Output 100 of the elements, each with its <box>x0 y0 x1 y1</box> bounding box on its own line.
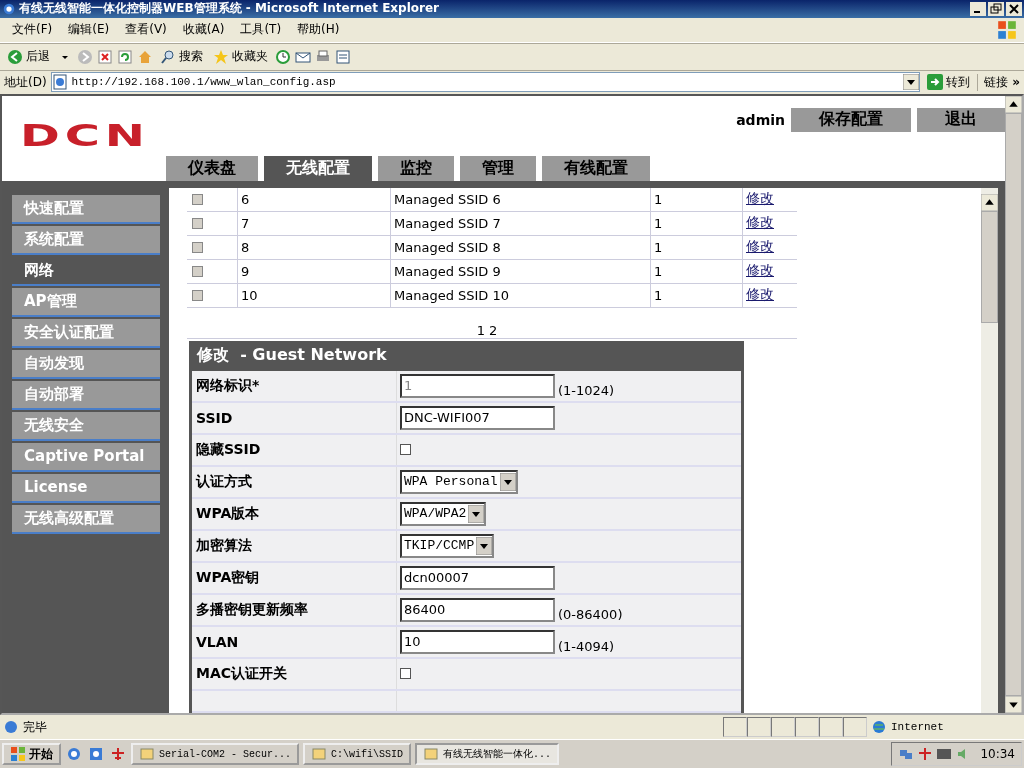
minimize-icon[interactable] <box>970 1 986 16</box>
menu-item[interactable]: 文件(F) <box>4 21 61 39</box>
table-cell: 1 <box>650 283 742 307</box>
edit-link[interactable]: 修改 <box>746 286 774 305</box>
dropdown-arrow-icon[interactable] <box>903 74 920 91</box>
select-field[interactable]: TKIP/CCMP <box>400 533 495 558</box>
field-label: WPA版本 <box>192 498 397 529</box>
username-label: admin <box>736 111 785 128</box>
range-hint: (0-86400) <box>558 606 623 622</box>
favorites-button[interactable]: 收藏夹 <box>210 48 271 66</box>
menu-item[interactable]: 编辑(E) <box>60 21 118 39</box>
status-pane <box>771 717 795 738</box>
window-title: 有线无线智能一体化控制器WEB管理系统 - Microsoft Internet Explorer <box>19 0 441 18</box>
scroll-up-icon[interactable] <box>981 193 998 211</box>
status-pane <box>819 717 843 738</box>
field-label: 认证方式 <box>192 466 397 497</box>
input-field[interactable]: DNC-WIFI007 <box>400 405 555 430</box>
range-hint: (1-1024) <box>558 382 615 398</box>
close-icon[interactable] <box>1006 1 1022 16</box>
row-checkbox[interactable] <box>192 193 203 205</box>
dropdown-arrow-icon[interactable] <box>476 536 493 555</box>
nav-tab[interactable]: 无线配置 <box>264 155 372 181</box>
field-label: VLAN <box>192 626 397 657</box>
row-checkbox[interactable] <box>192 265 203 277</box>
field-label: MAC认证开关 <box>192 658 397 689</box>
input-field[interactable]: 86400 <box>400 597 555 622</box>
edit-icon[interactable] <box>335 48 351 65</box>
row-checkbox[interactable] <box>192 217 203 229</box>
dropdown-arrow-icon[interactable] <box>499 472 516 491</box>
scroll-down-icon[interactable] <box>1005 696 1022 714</box>
browser-icon[interactable] <box>66 746 82 763</box>
go-button[interactable]: 转到 <box>924 73 974 91</box>
status-pane <box>795 717 819 738</box>
status-pane <box>723 717 747 738</box>
links-label[interactable]: 链接 <box>977 73 1009 91</box>
window-icon <box>139 746 155 763</box>
more-button[interactable]: » <box>1012 75 1020 90</box>
browser-icon <box>2 1 16 16</box>
table-cell: Managed SSID 6 <box>390 187 650 211</box>
zone-label: Internet <box>891 721 944 734</box>
select-field[interactable]: WPA Personal <box>400 469 518 494</box>
menu-item[interactable]: 帮助(H) <box>289 21 348 39</box>
start-button[interactable]: 开始 <box>2 743 61 766</box>
status-pane <box>843 717 867 738</box>
browser-icon[interactable] <box>88 746 104 763</box>
back-button[interactable]: 后退 <box>4 48 53 66</box>
table-cell: 1 <box>650 211 742 235</box>
header-button[interactable]: 保存配置 <box>791 107 911 132</box>
restore-icon[interactable] <box>988 1 1004 16</box>
checkbox[interactable] <box>400 444 411 456</box>
select-field[interactable]: WPA/WPA2 <box>400 501 487 526</box>
edit-link[interactable]: 修改 <box>746 190 774 209</box>
table-cell: 10 <box>237 283 390 307</box>
page-link[interactable]: 2 <box>489 322 498 338</box>
taskbar-button[interactable]: Serial-COM2 - Secur... <box>131 743 300 766</box>
field-label: WPA密钥 <box>192 562 397 593</box>
edit-link[interactable]: 修改 <box>746 262 774 281</box>
table-cell: Managed SSID 9 <box>390 259 650 283</box>
nav-tab[interactable]: 监控 <box>378 155 454 181</box>
header-button[interactable]: 退出 <box>917 107 1005 132</box>
taskbar-button[interactable]: C:\wifi\SSID <box>303 743 412 766</box>
stop-icon[interactable] <box>97 48 113 65</box>
refresh-icon[interactable] <box>117 48 133 65</box>
search-button[interactable]: 搜索 <box>157 48 206 66</box>
menu-item[interactable]: 查看(V) <box>117 21 175 39</box>
scroll-up-icon[interactable] <box>1005 95 1022 113</box>
table-cell: Managed SSID 10 <box>390 283 650 307</box>
menu-item[interactable]: 收藏(A) <box>174 21 233 39</box>
dropdown-arrow-icon[interactable] <box>468 504 485 523</box>
status-text: 完毕 <box>23 718 47 736</box>
edit-link[interactable]: 修改 <box>746 214 774 233</box>
scroll-thumb[interactable] <box>981 210 998 323</box>
row-checkbox[interactable] <box>192 289 203 301</box>
address-label: 地址(D) <box>4 73 47 91</box>
windows-logo-icon <box>10 746 26 763</box>
window-icon <box>311 746 328 763</box>
edit-link[interactable]: 修改 <box>746 238 774 257</box>
search-icon <box>160 48 176 65</box>
clock: 10:34 <box>980 747 1015 762</box>
logo: DCN <box>20 117 150 153</box>
row-checkbox[interactable] <box>192 241 203 253</box>
table-cell: 6 <box>237 187 390 211</box>
taskbar-button[interactable]: 有线无线智能一体化... <box>415 743 560 766</box>
page-link[interactable]: 1 <box>476 322 485 338</box>
checkbox[interactable] <box>400 668 411 680</box>
table-cell: 9 <box>237 259 390 283</box>
table-cell: 8 <box>237 235 390 259</box>
field-label: 网络标识* <box>192 370 397 401</box>
nav-tab[interactable]: 有线配置 <box>542 155 650 181</box>
input-field[interactable]: dcn00007 <box>400 565 555 590</box>
scrollbar[interactable] <box>981 187 998 714</box>
input-field[interactable]: 10 <box>400 629 555 654</box>
history-icon[interactable] <box>275 48 291 65</box>
table-cell: 7 <box>237 211 390 235</box>
field-label: SSID <box>192 402 397 433</box>
status-pane <box>747 717 771 738</box>
menu-item[interactable]: 工具(T) <box>232 21 290 39</box>
field-label: 加密算法 <box>192 530 397 561</box>
nav-tab[interactable]: 管理 <box>460 155 536 181</box>
nav-tab[interactable]: 仪表盘 <box>166 155 258 181</box>
